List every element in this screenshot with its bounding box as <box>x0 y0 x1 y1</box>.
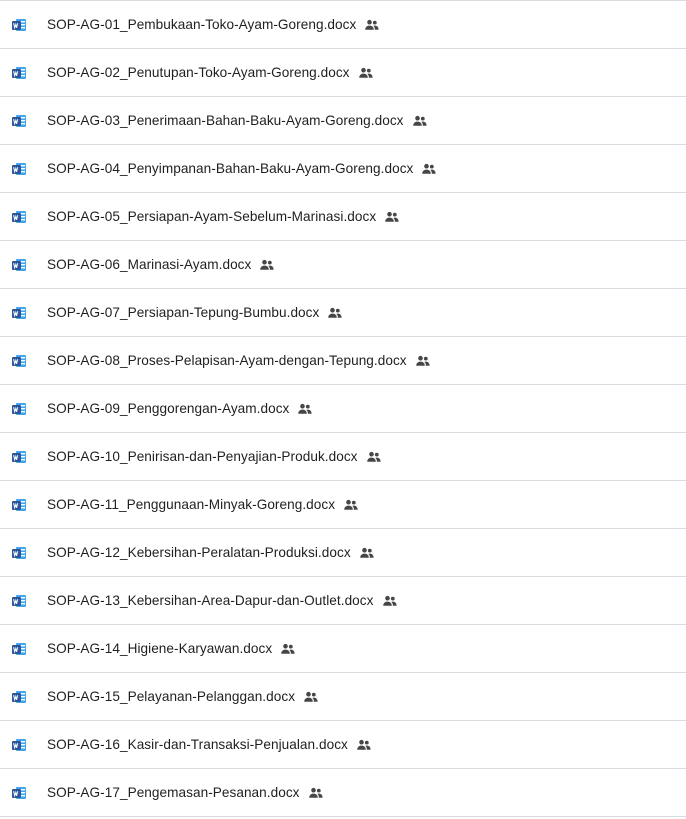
word-doc-icon <box>11 593 27 609</box>
shared-people-icon <box>280 641 296 657</box>
file-row[interactable]: SOP-AG-16_Kasir-dan-Transaksi-Penjualan.… <box>0 721 686 769</box>
shared-people-icon <box>343 497 359 513</box>
word-doc-icon <box>11 257 27 273</box>
word-doc-icon <box>11 209 27 225</box>
file-row[interactable]: SOP-AG-17_Pengemasan-Pesanan.docx <box>0 769 686 817</box>
file-row[interactable]: SOP-AG-05_Persiapan-Ayam-Sebelum-Marinas… <box>0 193 686 241</box>
file-row[interactable]: SOP-AG-04_Penyimpanan-Bahan-Baku-Ayam-Go… <box>0 145 686 193</box>
word-doc-icon <box>11 497 27 513</box>
shared-people-icon <box>358 65 374 81</box>
word-doc-icon <box>11 449 27 465</box>
file-row[interactable]: SOP-AG-12_Kebersihan-Peralatan-Produksi.… <box>0 529 686 577</box>
file-row[interactable]: SOP-AG-06_Marinasi-Ayam.docx <box>0 241 686 289</box>
file-name[interactable]: SOP-AG-08_Proses-Pelapisan-Ayam-dengan-T… <box>47 353 407 368</box>
word-doc-icon <box>11 689 27 705</box>
file-rows: SOP-AG-01_Pembukaan-Toko-Ayam-Goreng.doc… <box>0 1 686 817</box>
shared-people-icon <box>356 737 372 753</box>
file-name[interactable]: SOP-AG-16_Kasir-dan-Transaksi-Penjualan.… <box>47 737 348 752</box>
word-doc-icon <box>11 545 27 561</box>
shared-people-icon <box>384 209 400 225</box>
word-doc-icon <box>11 113 27 129</box>
file-name[interactable]: SOP-AG-10_Penirisan-dan-Penyajian-Produk… <box>47 449 358 464</box>
shared-people-icon <box>259 257 275 273</box>
shared-people-icon <box>382 593 398 609</box>
word-doc-icon <box>11 305 27 321</box>
file-row[interactable]: SOP-AG-10_Penirisan-dan-Penyajian-Produk… <box>0 433 686 481</box>
file-name[interactable]: SOP-AG-06_Marinasi-Ayam.docx <box>47 257 251 272</box>
file-row[interactable]: SOP-AG-13_Kebersihan-Area-Dapur-dan-Outl… <box>0 577 686 625</box>
shared-people-icon <box>303 689 319 705</box>
shared-people-icon <box>421 161 437 177</box>
file-row[interactable]: SOP-AG-01_Pembukaan-Toko-Ayam-Goreng.doc… <box>0 1 686 49</box>
file-name[interactable]: SOP-AG-17_Pengemasan-Pesanan.docx <box>47 785 300 800</box>
word-doc-icon <box>11 785 27 801</box>
file-name[interactable]: SOP-AG-12_Kebersihan-Peralatan-Produksi.… <box>47 545 351 560</box>
word-doc-icon <box>11 737 27 753</box>
file-row[interactable]: SOP-AG-03_Penerimaan-Bahan-Baku-Ayam-Gor… <box>0 97 686 145</box>
shared-people-icon <box>297 401 313 417</box>
file-row[interactable]: SOP-AG-08_Proses-Pelapisan-Ayam-dengan-T… <box>0 337 686 385</box>
file-row[interactable]: SOP-AG-07_Persiapan-Tepung-Bumbu.docx <box>0 289 686 337</box>
file-name[interactable]: SOP-AG-13_Kebersihan-Area-Dapur-dan-Outl… <box>47 593 374 608</box>
shared-people-icon <box>412 113 428 129</box>
file-name[interactable]: SOP-AG-07_Persiapan-Tepung-Bumbu.docx <box>47 305 319 320</box>
word-doc-icon <box>11 65 27 81</box>
word-doc-icon <box>11 401 27 417</box>
shared-people-icon <box>327 305 343 321</box>
word-doc-icon <box>11 17 27 33</box>
word-doc-icon <box>11 353 27 369</box>
file-name[interactable]: SOP-AG-03_Penerimaan-Bahan-Baku-Ayam-Gor… <box>47 113 404 128</box>
file-name[interactable]: SOP-AG-09_Penggorengan-Ayam.docx <box>47 401 289 416</box>
file-name[interactable]: SOP-AG-11_Penggunaan-Minyak-Goreng.docx <box>47 497 335 512</box>
file-name[interactable]: SOP-AG-05_Persiapan-Ayam-Sebelum-Marinas… <box>47 209 376 224</box>
file-name[interactable]: SOP-AG-01_Pembukaan-Toko-Ayam-Goreng.doc… <box>47 17 356 32</box>
file-list: SOP-AG-01_Pembukaan-Toko-Ayam-Goreng.doc… <box>0 0 686 817</box>
file-row[interactable]: SOP-AG-15_Pelayanan-Pelanggan.docx <box>0 673 686 721</box>
shared-people-icon <box>308 785 324 801</box>
file-row[interactable]: SOP-AG-09_Penggorengan-Ayam.docx <box>0 385 686 433</box>
word-doc-icon <box>11 161 27 177</box>
file-name[interactable]: SOP-AG-14_Higiene-Karyawan.docx <box>47 641 272 656</box>
shared-people-icon <box>364 17 380 33</box>
word-doc-icon <box>11 641 27 657</box>
file-name[interactable]: SOP-AG-02_Penutupan-Toko-Ayam-Goreng.doc… <box>47 65 350 80</box>
shared-people-icon <box>359 545 375 561</box>
file-name[interactable]: SOP-AG-04_Penyimpanan-Bahan-Baku-Ayam-Go… <box>47 161 413 176</box>
file-row[interactable]: SOP-AG-14_Higiene-Karyawan.docx <box>0 625 686 673</box>
shared-people-icon <box>366 449 382 465</box>
file-row[interactable]: SOP-AG-11_Penggunaan-Minyak-Goreng.docx <box>0 481 686 529</box>
shared-people-icon <box>415 353 431 369</box>
file-row[interactable]: SOP-AG-02_Penutupan-Toko-Ayam-Goreng.doc… <box>0 49 686 97</box>
file-name[interactable]: SOP-AG-15_Pelayanan-Pelanggan.docx <box>47 689 295 704</box>
